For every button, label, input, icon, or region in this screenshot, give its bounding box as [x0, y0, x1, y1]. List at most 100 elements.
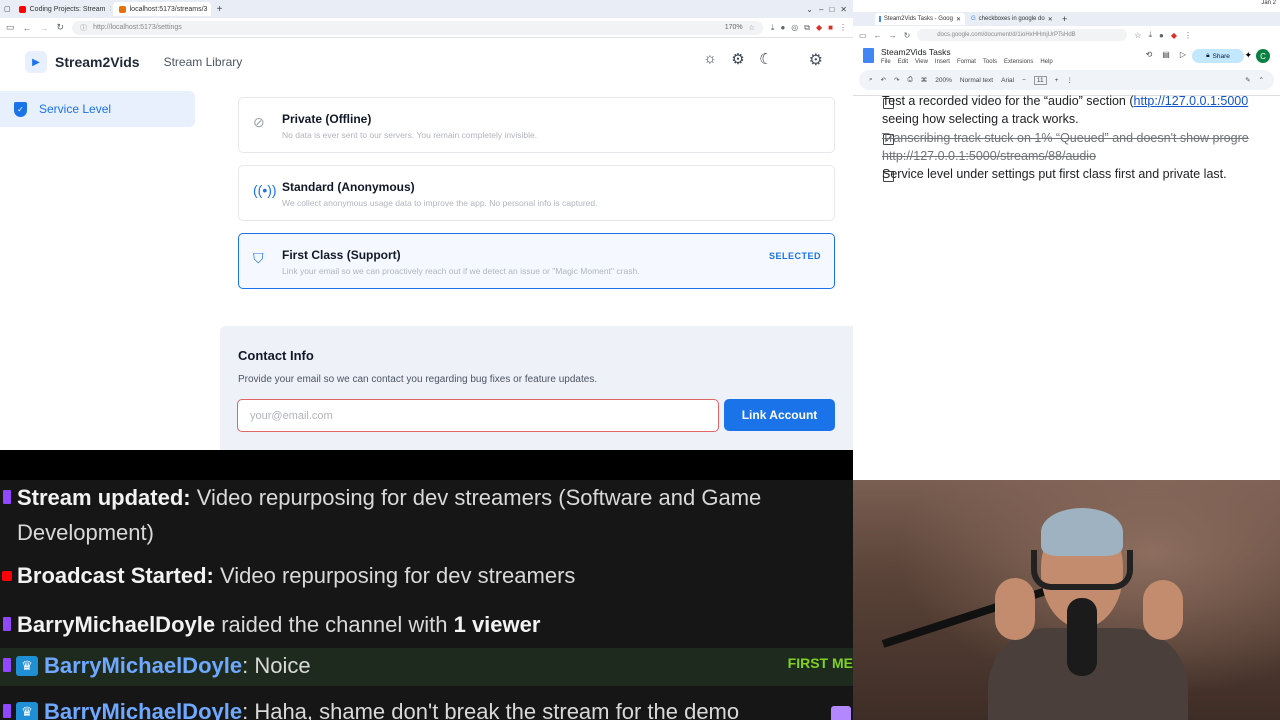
- comments-icon[interactable]: ▤: [1162, 50, 1170, 59]
- doc-title[interactable]: Steam2Vids Tasks: [881, 47, 951, 57]
- extension-icon[interactable]: ◎: [791, 23, 798, 33]
- level-option-first-class[interactable]: ⛉ First Class (Support) Link your email …: [238, 233, 835, 289]
- paint-format-icon[interactable]: ⌘: [921, 76, 928, 84]
- menu-item[interactable]: File: [881, 59, 891, 65]
- menu-icon[interactable]: ⋮: [1184, 31, 1192, 40]
- redo-icon[interactable]: ↷: [894, 76, 899, 84]
- undo-icon[interactable]: ↶: [881, 76, 886, 84]
- task-link[interactable]: http://127.0.0.1:5000: [1134, 94, 1249, 108]
- url-field[interactable]: ⓘ http://localhost:5173/settings 170% ☆: [72, 20, 763, 35]
- theme-switcher: ☼ ⚙ ☾: [701, 50, 775, 68]
- play-logo-icon[interactable]: ▶: [25, 51, 47, 73]
- menu-item[interactable]: Tools: [983, 59, 997, 65]
- menu-item[interactable]: Help: [1040, 59, 1052, 65]
- sidebar-toggle-icon[interactable]: ▭: [6, 22, 15, 33]
- download-icon[interactable]: ⤓: [771, 23, 775, 33]
- dark-theme-icon[interactable]: ☾: [757, 50, 775, 68]
- gemini-icon[interactable]: ✦: [1244, 50, 1252, 61]
- sidebar-toggle-icon[interactable]: ▭: [859, 31, 867, 40]
- decrease-font-icon[interactable]: −: [1022, 77, 1026, 84]
- search-menus-icon[interactable]: ⌕: [869, 76, 873, 84]
- chat-username: BarryMichaelDoyle: [44, 653, 243, 678]
- email-field[interactable]: [237, 399, 719, 432]
- youtube-icon: [2, 571, 12, 581]
- task-line-done[interactable]: Transcribing track stuck on 1% “Queued” …: [882, 129, 1249, 147]
- forward-icon[interactable]: →: [889, 31, 897, 40]
- close-tab-icon[interactable]: ✕: [956, 16, 961, 23]
- menu-icon[interactable]: ⋮: [839, 23, 847, 33]
- nav-stream-library[interactable]: Stream Library: [164, 55, 243, 69]
- menu-item[interactable]: Extensions: [1004, 59, 1033, 65]
- light-theme-icon[interactable]: ☼: [701, 50, 719, 68]
- menu-item[interactable]: View: [915, 59, 928, 65]
- minimize-icon[interactable]: –: [819, 5, 823, 14]
- share-button[interactable]: 🔒︎ Share: [1192, 49, 1244, 63]
- docs-logo-icon[interactable]: [863, 48, 874, 63]
- browser-tab-active[interactable]: localhost:5173/streams/3 ✕: [112, 2, 211, 16]
- collapse-icon[interactable]: ⌃: [1259, 76, 1264, 84]
- reload-icon[interactable]: ↻: [904, 31, 911, 40]
- print-icon[interactable]: ⎙: [908, 76, 913, 84]
- chat-message: Broadcast Started: Video repurposing for…: [0, 558, 853, 593]
- tab-search-icon[interactable]: ▢: [4, 5, 11, 13]
- tab-list-icon[interactable]: ⌄: [806, 5, 813, 14]
- zoom-select[interactable]: 200%: [935, 77, 952, 84]
- puzzle-icon[interactable]: ⧉: [804, 23, 810, 33]
- auto-theme-icon[interactable]: ⚙: [729, 50, 747, 68]
- new-tab-icon[interactable]: +: [1059, 14, 1067, 24]
- bookmark-star-icon[interactable]: ☆: [1134, 31, 1141, 40]
- sidebar-item-service-level[interactable]: ✓ Service Level: [0, 91, 195, 127]
- browser-tab-bar: ▢ Coding Projects: Stream ✕ localhost:51…: [0, 0, 853, 18]
- url-text: docs.google.com/document/d/1ioHxHHmjUrPT…: [937, 32, 1076, 38]
- close-window-icon[interactable]: ✕: [840, 5, 847, 14]
- forward-icon[interactable]: →: [40, 23, 49, 33]
- docs-header: Steam2Vids Tasks File Edit View Insert F…: [853, 44, 1280, 70]
- history-icon[interactable]: ⟲: [1146, 50, 1153, 59]
- more-icon[interactable]: ⋮: [1066, 76, 1073, 84]
- maximize-icon[interactable]: □: [829, 5, 834, 14]
- brand-name[interactable]: Stream2Vids: [55, 54, 140, 70]
- site-info-icon[interactable]: ⓘ: [80, 23, 87, 33]
- menu-item[interactable]: Edit: [898, 59, 908, 65]
- back-icon[interactable]: ←: [23, 23, 32, 33]
- back-icon[interactable]: ←: [874, 31, 882, 40]
- extension-icon[interactable]: ●: [780, 23, 785, 33]
- edit-mode-icon[interactable]: ✎: [1245, 76, 1250, 84]
- shield-extension-icon[interactable]: ◆: [816, 23, 822, 33]
- extension-icon[interactable]: ●: [1159, 31, 1164, 40]
- task-line[interactable]: Test a recorded video for the “audio” se…: [882, 92, 1248, 110]
- extension-icon[interactable]: ■: [828, 23, 833, 33]
- browser-tab[interactable]: G checkboxes in google do ✕: [967, 13, 1057, 25]
- font-size-field[interactable]: 11: [1033, 75, 1047, 85]
- zoom-level[interactable]: 170%: [725, 24, 743, 31]
- menu-item[interactable]: Format: [957, 59, 976, 65]
- increase-font-icon[interactable]: +: [1055, 77, 1059, 84]
- font-select[interactable]: Arial: [1001, 77, 1014, 84]
- document-body[interactable]: Test a recorded video for the “audio” se…: [853, 94, 1280, 456]
- close-tab-icon[interactable]: ✕: [110, 5, 111, 13]
- bookmark-star-icon[interactable]: ☆: [749, 24, 755, 32]
- settings-gear-icon[interactable]: ⚙: [809, 50, 823, 70]
- style-select[interactable]: Normal text: [960, 77, 993, 84]
- task-line[interactable]: Service level under settings put first c…: [882, 165, 1227, 183]
- browser-tab[interactable]: Coding Projects: Stream ✕: [13, 2, 111, 16]
- browser-tab-active[interactable]: Steam2Vids Tasks - Goog ✕: [875, 13, 965, 25]
- tab-label: Steam2Vids Tasks - Goog: [883, 16, 953, 22]
- url-field[interactable]: docs.google.com/document/d/1ioHxHHmjUrPT…: [917, 29, 1128, 41]
- close-tab-icon[interactable]: ✕: [1048, 16, 1053, 23]
- link-account-button[interactable]: Link Account: [724, 399, 835, 431]
- avatar[interactable]: C: [1256, 49, 1270, 63]
- meet-icon[interactable]: ▷: [1180, 50, 1186, 59]
- level-description: Link your email so we can proactively re…: [282, 266, 640, 276]
- extension-icon[interactable]: ◆: [1171, 31, 1177, 40]
- system-clock: Jan 2: [853, 0, 1280, 12]
- level-option-standard[interactable]: ((•)) Standard (Anonymous) We collect an…: [238, 165, 835, 221]
- level-option-private[interactable]: ⊘ Private (Offline) No data is ever sent…: [238, 97, 835, 153]
- download-icon[interactable]: ⤓: [1148, 30, 1152, 40]
- reload-icon[interactable]: ↻: [57, 22, 65, 33]
- extensions-area: ⤓ ● ◎ ⧉ ◆ ■ ⋮: [771, 23, 847, 33]
- new-tab-icon[interactable]: +: [213, 4, 227, 15]
- shield-check-icon: ⛉: [253, 250, 264, 266]
- menu-item[interactable]: Insert: [935, 59, 950, 65]
- docs-address-row: ▭ ← → ↻ docs.google.com/document/d/1ioHx…: [853, 26, 1280, 44]
